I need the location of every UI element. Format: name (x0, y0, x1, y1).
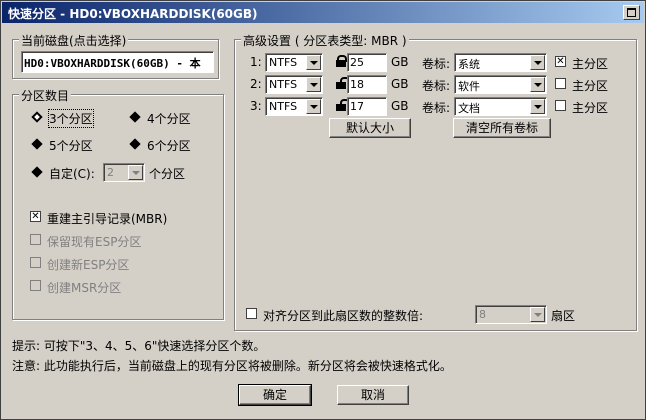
create-msr-label: 创建MSR分区 (47, 281, 122, 295)
radio-indicator (31, 111, 43, 123)
align-label: 对齐分区到此扇区数的整数倍: (263, 309, 424, 323)
rebuild-mbr-label: 重建主引导记录(MBR) (47, 212, 168, 226)
radio-5-partitions-label: 5个分区 (49, 139, 93, 153)
advanced-settings-label: 高级设置 ( 分区表类型: MBR ) (241, 32, 409, 49)
clear-labels-button[interactable]: 清空所有卷标 (453, 118, 551, 138)
primary-label: 主分区 (572, 79, 609, 93)
custom-count-suffix: 个分区 (149, 167, 186, 181)
partition-count-label: 分区数目 (19, 87, 72, 104)
radio-indicator (31, 138, 43, 150)
maximize-button[interactable] (623, 5, 640, 20)
advanced-settings-group: 高级设置 ( 分区表类型: MBR ) 1: NTFS 25 GB 卷标: 系统… (234, 32, 637, 331)
volume-label-value: 软件 (458, 80, 480, 93)
volume-label-value: 系统 (458, 58, 480, 71)
volume-label-select-2[interactable]: 软件 (454, 75, 547, 94)
chevron-down-icon (530, 55, 545, 70)
checkbox-box (555, 100, 566, 111)
checkbox-box (30, 280, 41, 291)
volume-label-select-1[interactable]: 系统 (454, 53, 547, 72)
radio-indicator (129, 111, 141, 123)
chevron-down-icon (128, 165, 143, 180)
title-bar: 快速分区 - HD0:VBOXHARDDISK(60GB) (2, 2, 644, 23)
fs-select-3[interactable]: NTFS (265, 97, 323, 116)
row-index: 2: (250, 77, 262, 91)
hint-text: 提示: 可按下"3、4、5、6"快速选择分区个数。 (12, 339, 266, 353)
current-disk-selector[interactable]: HD0:VBOXHARDDISK(60GB) - 本 (21, 51, 214, 73)
chevron-down-icon (530, 77, 545, 92)
custom-count-select[interactable]: 2 (103, 163, 145, 182)
warning-text: 注意: 此功能执行后，当前磁盘上的现有分区将被删除。新分区将会被快速格式化。 (12, 359, 452, 373)
fs-value: NTFS (269, 100, 298, 113)
volume-label-value: 文档 (458, 102, 480, 115)
create-esp-label: 创建新ESP分区 (47, 258, 130, 272)
chevron-down-icon (530, 99, 545, 114)
lock-body (336, 82, 346, 89)
fs-select-1[interactable]: NTFS (265, 53, 323, 72)
maximize-icon (627, 8, 636, 17)
radio-4-partitions-label: 4个分区 (147, 112, 191, 126)
cancel-button[interactable]: 取消 (337, 385, 409, 405)
size-value: 25 (350, 56, 364, 69)
lock-icon[interactable] (336, 55, 347, 67)
quick-partition-dialog: 快速分区 - HD0:VBOXHARDDISK(60GB) 当前磁盘(点击选择)… (0, 0, 646, 420)
chevron-down-icon (306, 77, 321, 92)
radio-3-partitions-label: 3个分区 (48, 109, 94, 128)
radio-6-partitions-label: 6个分区 (147, 139, 191, 153)
chevron-down-icon (530, 307, 545, 322)
current-disk-group: 当前磁盘(点击选择) HD0:VBOXHARDDISK(60GB) - 本 (12, 32, 219, 79)
size-value: 17 (350, 100, 364, 113)
partition-count-group: 分区数目 3个分区 4个分区 5个分区 6个分区 自定(C): 2 个分区 ✕ (12, 87, 224, 320)
size-input-1[interactable]: 25 (347, 53, 387, 72)
size-value: 18 (350, 78, 364, 91)
size-input-2[interactable]: 18 (347, 75, 387, 94)
custom-count-value: 2 (107, 166, 114, 179)
volume-label-select-3[interactable]: 文档 (454, 97, 547, 116)
chevron-down-icon (306, 55, 321, 70)
lock-body (336, 104, 346, 111)
lock-body (336, 60, 346, 67)
current-disk-label: 当前磁盘(点击选择) (19, 32, 129, 49)
checkbox-box (555, 78, 566, 89)
row-index: 3: (250, 99, 262, 113)
radio-indicator (31, 166, 43, 178)
check-icon: ✕ (30, 211, 41, 222)
ok-button[interactable]: 确定 (238, 384, 312, 406)
primary-label: 主分区 (572, 57, 609, 71)
checkbox-box (30, 234, 41, 245)
primary-label: 主分区 (572, 101, 609, 115)
row-index: 1: (250, 55, 262, 69)
volume-label-text: 卷标: (422, 79, 451, 93)
keep-esp-label: 保留现有ESP分区 (47, 235, 142, 249)
default-size-button[interactable]: 默认大小 (329, 118, 411, 138)
volume-label-text: 卷标: (422, 57, 451, 71)
checkbox-box (246, 308, 257, 319)
fs-select-2[interactable]: NTFS (265, 75, 323, 94)
checkbox-box (30, 257, 41, 268)
size-unit: GB (391, 99, 409, 113)
unlock-icon[interactable] (336, 77, 350, 89)
size-unit: GB (391, 55, 409, 69)
window-title: 快速分区 - HD0:VBOXHARDDISK(60GB) (8, 7, 258, 21)
align-unit: 扇区 (551, 309, 576, 323)
volume-label-text: 卷标: (422, 101, 451, 115)
radio-indicator (129, 138, 141, 150)
chevron-down-icon (306, 99, 321, 114)
size-input-3[interactable]: 17 (347, 97, 387, 116)
check-icon: ✕ (555, 56, 566, 67)
size-unit: GB (391, 77, 409, 91)
fs-value: NTFS (269, 56, 298, 69)
radio-custom-label: 自定(C): (49, 167, 95, 181)
align-sectors-select[interactable]: 8 (475, 305, 547, 324)
align-value: 8 (479, 308, 486, 321)
fs-value: NTFS (269, 78, 298, 91)
unlock-icon[interactable] (336, 99, 350, 111)
